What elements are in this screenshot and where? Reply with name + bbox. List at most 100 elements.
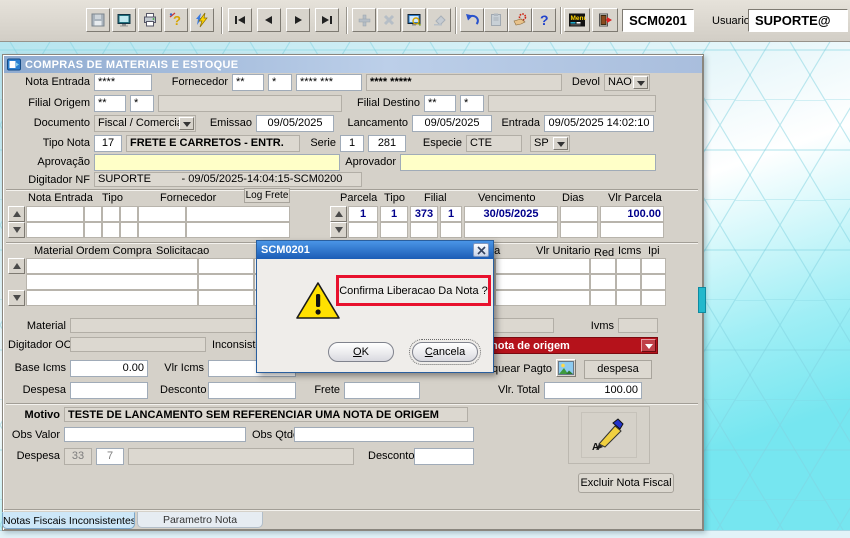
material-cell[interactable] [198, 290, 254, 306]
material-cell[interactable] [26, 274, 198, 290]
frete-field[interactable] [344, 382, 420, 399]
notas-cell[interactable] [84, 222, 102, 238]
help-wizard-button[interactable]: ? [164, 8, 188, 32]
documento-dropdown-arrow[interactable] [179, 117, 194, 130]
material-cell[interactable] [616, 290, 641, 306]
notas-grid-scroll-down[interactable] [8, 222, 25, 238]
entrada-field[interactable]: 09/05/2025 14:02:10 [544, 115, 654, 132]
aprovacao-field[interactable] [94, 154, 340, 171]
ok-button[interactable]: OK [328, 342, 394, 362]
insert-record-button[interactable] [352, 8, 376, 32]
materiais-grid-scroll-up[interactable] [8, 258, 25, 274]
parcela-cell[interactable] [600, 222, 664, 238]
serie-num-field[interactable]: 1 [340, 135, 364, 152]
confirm-button[interactable] [508, 8, 532, 32]
despesa2-sub-field[interactable]: 7 [96, 448, 124, 465]
parcela-dias-cell[interactable] [560, 206, 598, 222]
uf-dropdown-arrow[interactable] [553, 137, 568, 150]
last-record-button[interactable] [315, 8, 339, 32]
fornecedor-field-3[interactable]: **** *** [296, 74, 362, 91]
notas-cell[interactable] [186, 206, 290, 222]
desconto-field[interactable] [208, 382, 296, 399]
cancel-button[interactable]: Cancela [412, 342, 478, 362]
aprovador-field[interactable] [400, 154, 656, 171]
material-cell[interactable] [641, 290, 666, 306]
usuario-field[interactable]: SUPORTE@ [748, 9, 848, 32]
material-cell[interactable] [616, 258, 641, 274]
exit-button[interactable] [592, 8, 618, 32]
base-icms-field[interactable]: 0.00 [70, 360, 148, 377]
serie-doc-field[interactable]: 281 [368, 135, 406, 152]
tab-notas-fiscais-inconsistentes[interactable]: Notas Fiscais Inconsistentes [2, 512, 135, 529]
nota-entrada-field[interactable]: **** [94, 74, 152, 91]
material-cell[interactable] [198, 274, 254, 290]
notas-cell[interactable] [138, 222, 186, 238]
window-edge-grip[interactable] [698, 287, 706, 313]
display-button[interactable] [112, 8, 136, 32]
undo-button[interactable] [460, 8, 484, 32]
parcela-vlr-cell[interactable]: 100.00 [600, 206, 664, 222]
parcela-vencimento-cell[interactable]: 30/05/2025 [464, 206, 558, 222]
notas-cell[interactable] [120, 206, 138, 222]
notas-cell[interactable] [26, 222, 84, 238]
parcela-filial2-cell[interactable]: 1 [440, 206, 462, 222]
notas-cell[interactable] [186, 222, 290, 238]
filial-destino-field-2[interactable]: * [460, 95, 484, 112]
material-cell[interactable] [590, 258, 616, 274]
save-button[interactable] [86, 8, 110, 32]
despesa-field[interactable] [70, 382, 148, 399]
nota-origem-dropdown-arrow[interactable] [641, 339, 656, 352]
material-cell[interactable] [590, 290, 616, 306]
search-button[interactable] [402, 8, 426, 32]
material-cell[interactable] [26, 290, 198, 306]
notas-cell[interactable] [84, 206, 102, 222]
tab-parametro-nota[interactable]: Parametro Nota [137, 512, 263, 528]
filial-destino-field-1[interactable]: ** [424, 95, 456, 112]
material-cell[interactable] [616, 274, 641, 290]
clear-button[interactable] [427, 8, 451, 32]
bloquear-pagto-button[interactable] [556, 359, 576, 377]
parcela-cell[interactable]: 1 [348, 206, 378, 222]
documento-combo[interactable]: Fiscal / Comercial [94, 115, 196, 132]
devol-combo[interactable]: NAO [604, 74, 650, 91]
parcela-cell[interactable] [464, 222, 558, 238]
vlr-total-field[interactable]: 100.00 [544, 382, 642, 399]
notas-cell[interactable] [102, 222, 120, 238]
lancamento-field[interactable]: 09/05/2025 [412, 115, 492, 132]
material-cell[interactable] [495, 274, 590, 290]
print-button[interactable] [138, 8, 162, 32]
material-cell[interactable] [495, 290, 590, 306]
material-cell[interactable] [590, 274, 616, 290]
filial-origem-field-1[interactable]: ** [94, 95, 126, 112]
obs-valor-field[interactable] [64, 427, 246, 442]
delete-record-button[interactable] [377, 8, 401, 32]
notas-cell[interactable] [26, 206, 84, 222]
assinatura-button[interactable]: A [581, 412, 637, 458]
parcela-cell[interactable] [410, 222, 438, 238]
notas-cell[interactable] [120, 222, 138, 238]
material-cell[interactable] [495, 258, 590, 274]
parcela-cell[interactable] [348, 222, 378, 238]
material-cell[interactable] [641, 258, 666, 274]
filial-origem-field-2[interactable]: * [130, 95, 154, 112]
obs-qtde-field[interactable] [294, 427, 474, 442]
parcelas-grid-scroll-up[interactable] [330, 206, 347, 222]
material-cell[interactable] [26, 258, 198, 274]
process-button[interactable] [190, 8, 214, 32]
despesa-button[interactable]: despesa [584, 360, 652, 379]
notas-cell[interactable] [102, 206, 120, 222]
desconto2-field[interactable] [414, 448, 474, 465]
dialog-close-button[interactable] [473, 243, 489, 257]
parcela-cell[interactable] [380, 222, 408, 238]
devol-dropdown-arrow[interactable] [633, 76, 648, 89]
uf-combo[interactable]: SP [530, 135, 570, 152]
tipo-nota-code-field[interactable]: 17 [94, 135, 122, 152]
notas-cell[interactable] [138, 206, 186, 222]
log-frete-button[interactable]: Log Frete [244, 188, 290, 203]
parcela-cell[interactable] [560, 222, 598, 238]
material-cell[interactable] [641, 274, 666, 290]
material-cell[interactable] [198, 258, 254, 274]
parcela-filial-cell[interactable]: 373 [410, 206, 438, 222]
excluir-nota-fiscal-button[interactable]: Excluir Nota Fiscal [578, 473, 674, 493]
notas-grid-scroll-up[interactable] [8, 206, 25, 222]
